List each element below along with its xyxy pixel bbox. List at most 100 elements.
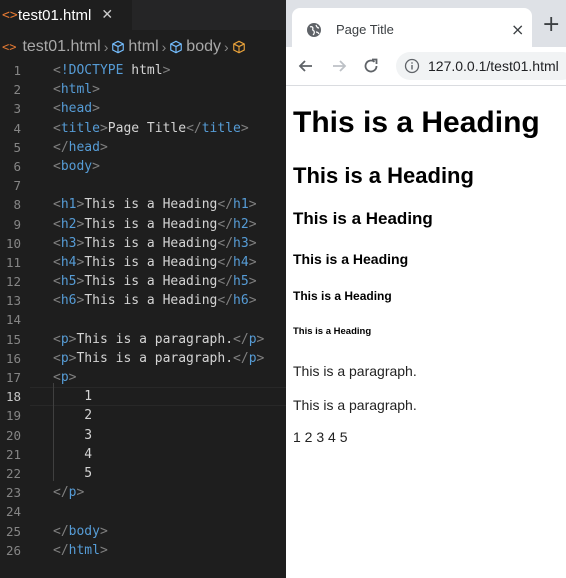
code-token: < [53, 63, 61, 78]
code-text: <title>Page Title</title> [53, 119, 249, 138]
line-number: 17 [5, 370, 21, 385]
code-line[interactable]: 6 <body> [0, 157, 286, 176]
url-text: 127.0.0.1/test01.html [428, 58, 559, 74]
code-token: This is a Heading [84, 254, 218, 270]
code-line[interactable]: 15 <p>This is a paragraph.</p> [0, 330, 286, 349]
code-token: This is a Heading [84, 197, 218, 213]
code-line[interactable]: 5 </head> [0, 138, 286, 157]
close-icon[interactable]: ✕ [101, 7, 113, 23]
browser-tab[interactable]: Page Title × [292, 8, 532, 47]
code-line[interactable]: 1 <!DOCTYPE html> [0, 61, 286, 80]
code-text: <p>This is a paragraph.</p> [53, 349, 264, 368]
code-line[interactable]: 24 [0, 502, 286, 521]
breadcrumb-file[interactable]: test01.html [22, 38, 100, 56]
code-token: > [99, 139, 108, 155]
code-text: <h3>This is a Heading</h3> [53, 234, 257, 253]
code-line[interactable]: 4 <title>Page Title</title> [0, 119, 286, 138]
code-token: head [68, 139, 100, 155]
code-line[interactable]: 17 <p> [0, 368, 286, 387]
line-number: 9 [13, 216, 21, 232]
code-token: !DOCTYPE [60, 63, 124, 78]
code-token: body [68, 523, 100, 539]
new-tab-button[interactable]: + [542, 14, 560, 36]
code-text: 4 [53, 445, 92, 464]
close-icon[interactable]: × [511, 20, 524, 39]
line-number: 6 [13, 158, 21, 174]
breadcrumb-item-html[interactable]: html [128, 38, 158, 56]
code-token: < [53, 350, 61, 366]
browser-toolbar: 127.0.0.1/test01.html [286, 47, 566, 86]
code-token: </ [53, 542, 69, 558]
line-number: 26 [5, 542, 21, 558]
code-line[interactable]: 12 <h5>This is a Heading</h5> [0, 272, 286, 291]
code-token: h3 [233, 235, 249, 251]
code-line[interactable]: 9 <h2>This is a Heading</h2> [0, 215, 286, 234]
code-token: body [60, 158, 93, 174]
editor-tab-test01[interactable]: <> test01.html ✕ [0, 0, 132, 30]
paragraph: This is a paragraph. [293, 363, 417, 379]
line-number: 14 [5, 312, 21, 328]
code-line[interactable]: 11 <h4>This is a Heading</h4> [0, 253, 286, 272]
code-token: > [248, 293, 257, 309]
code-token: 3 [53, 427, 93, 443]
code-token: This is a Heading [84, 274, 218, 290]
code-editor[interactable]: <> test01.html ✕ <> test01.html › html ›… [0, 0, 286, 578]
code-token: </ [217, 216, 234, 232]
code-token: < [53, 82, 61, 98]
code-token: > [68, 370, 77, 385]
code-line[interactable]: 16 <p>This is a paragraph.</p> [0, 349, 286, 368]
code-token: > [248, 197, 257, 213]
code-area[interactable]: 1 <!DOCTYPE html> 2 <html> 3 <head> 4 <title>Pa… [0, 61, 286, 560]
heading-h6: This is a Heading [293, 326, 372, 337]
code-token: > [248, 274, 257, 290]
reload-icon[interactable] [361, 56, 381, 76]
code-line[interactable]: 21 4 [0, 445, 286, 464]
code-token: p [248, 350, 257, 366]
code-line[interactable]: 22 5 [0, 464, 286, 483]
back-arrow-icon[interactable] [296, 56, 316, 76]
code-token: < [53, 293, 61, 309]
code-line[interactable]: 26 </html> [0, 541, 286, 560]
code-line[interactable]: 23 </p> [0, 483, 286, 502]
code-line[interactable]: 10 <h3>This is a Heading</h3> [0, 234, 286, 253]
code-token: p [60, 350, 69, 366]
line-number: 10 [5, 235, 21, 251]
code-line[interactable]: 3 <head> [0, 99, 286, 118]
code-token: h4 [60, 254, 77, 270]
code-line[interactable]: 20 3 [0, 426, 286, 445]
code-token: title [201, 120, 241, 136]
code-token: </ [186, 120, 202, 136]
code-line[interactable]: 25 </body> [0, 522, 286, 541]
line-number: 19 [5, 408, 21, 424]
heading-h3: This is a Heading [293, 209, 433, 228]
line-number: 23 [5, 485, 21, 501]
breadcrumb-item-body[interactable]: body [186, 38, 221, 56]
line-number: 25 [5, 523, 21, 539]
forward-arrow-icon[interactable] [329, 56, 349, 76]
code-line[interactable]: 19 2 [0, 406, 286, 425]
code-text: <!DOCTYPE html> [53, 61, 170, 80]
code-token: </ [53, 523, 69, 539]
line-number: 16 [5, 350, 21, 366]
code-line[interactable]: 14 [0, 310, 286, 329]
line-number: 21 [5, 446, 21, 462]
code-token: > [76, 485, 85, 501]
code-token: </ [233, 331, 249, 347]
info-icon[interactable] [404, 58, 420, 74]
address-bar[interactable]: 127.0.0.1/test01.html [396, 52, 566, 80]
code-line[interactable]: 8 <h1>This is a Heading</h1> [0, 195, 286, 214]
code-text: <h4>This is a Heading</h4> [53, 253, 257, 272]
chevron-right-icon: › [161, 39, 167, 55]
code-token: </ [217, 274, 234, 290]
code-token: > [240, 120, 249, 136]
code-line[interactable]: 18 1 [0, 387, 286, 407]
code-line[interactable]: 2 <html> [0, 80, 286, 99]
browser-tab-strip: Page Title × + [286, 0, 566, 47]
code-line[interactable]: 13 <h6>This is a Heading</h6> [0, 291, 286, 310]
code-line[interactable]: 7 [0, 176, 286, 195]
code-text: </p> [53, 483, 84, 502]
line-number: 4 [13, 120, 21, 136]
paragraph: This is a paragraph. [293, 397, 417, 413]
code-token: > [99, 542, 108, 558]
code-token: </ [217, 235, 234, 251]
